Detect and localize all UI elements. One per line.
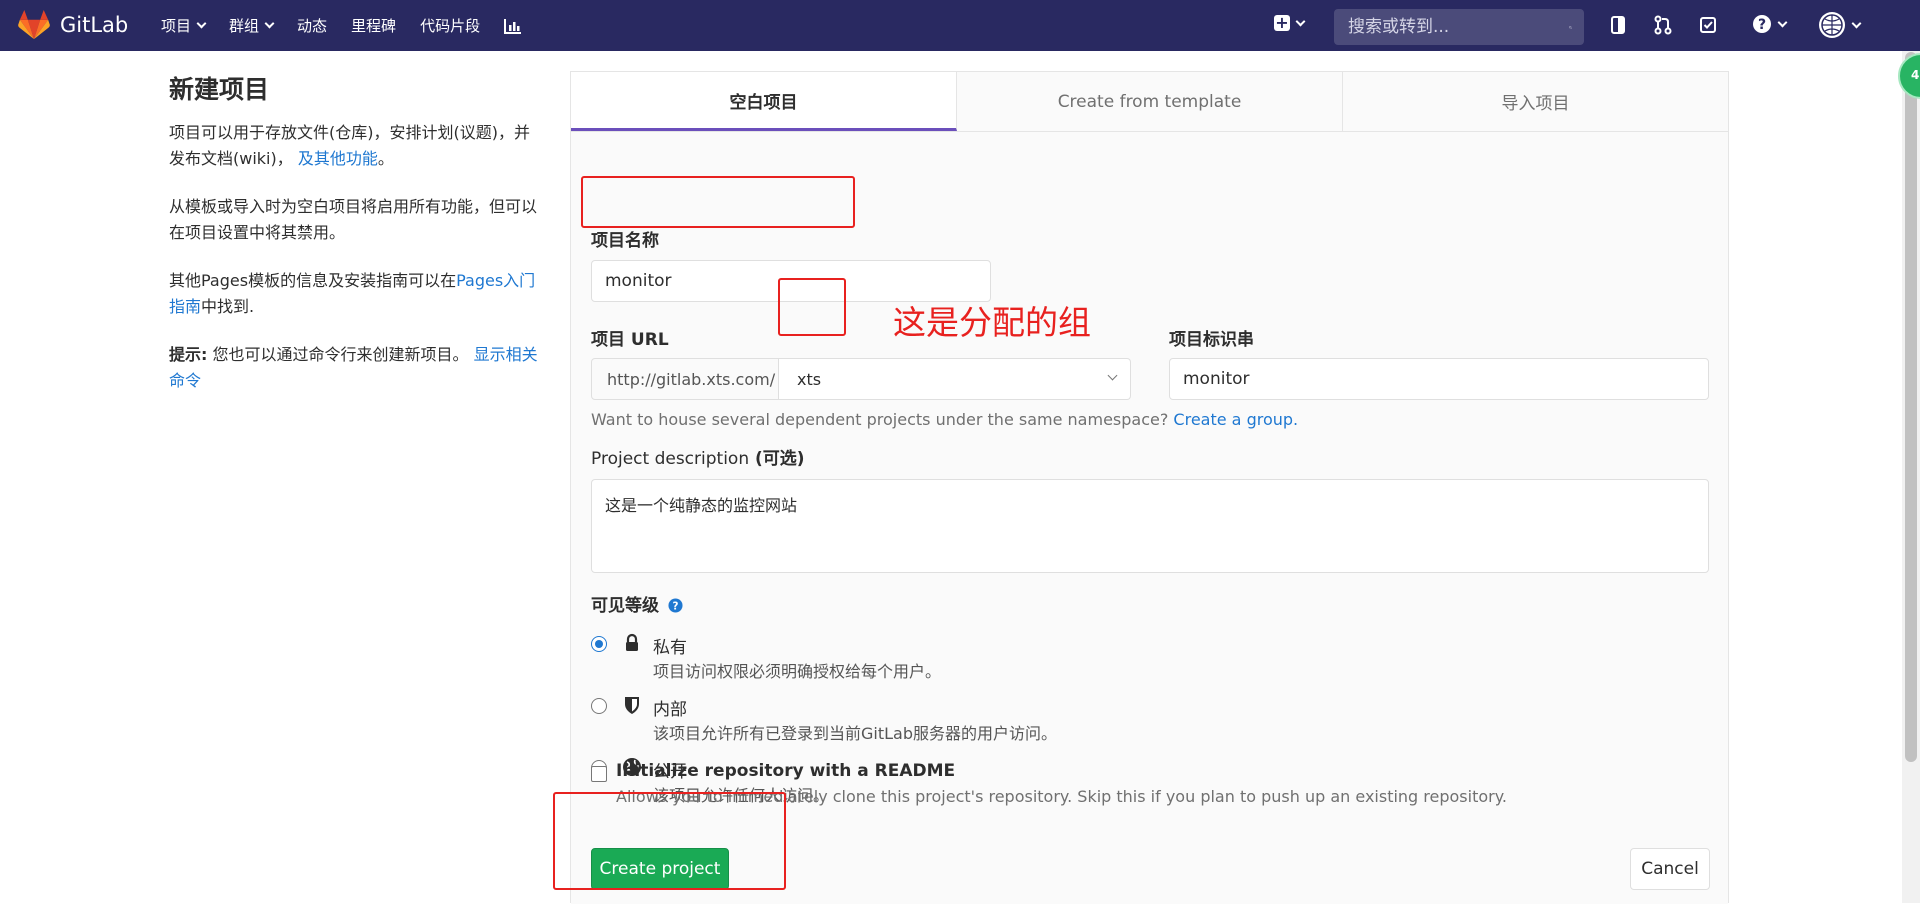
- nav-groups[interactable]: 群组: [229, 15, 275, 36]
- annotation-box-namespace: [778, 278, 846, 336]
- description-optional: (可选): [749, 449, 805, 469]
- tip-label: 提示:: [169, 345, 208, 364]
- nav-groups-label: 群组: [229, 17, 260, 35]
- new-project-intro: 新建项目 项目可以用于存放文件(仓库)，安排计划(议题)，并发布文档(wiki)…: [169, 70, 539, 416]
- nav-activity[interactable]: 动态: [297, 15, 327, 36]
- namespace-select[interactable]: xts: [779, 358, 1131, 400]
- intro-tip: 提示: 您也可以通过命令行来创建新项目。 显示相关命令: [169, 342, 539, 394]
- intro-text-3: 其他Pages模板的信息及安装指南可以在: [169, 271, 457, 290]
- nav-projects[interactable]: 项目: [161, 15, 207, 36]
- gitlab-logo-icon: [18, 10, 50, 40]
- user-avatar: [1819, 12, 1845, 38]
- chevron-down-icon: [1295, 16, 1306, 26]
- help-dropdown[interactable]: ?: [1752, 14, 1788, 34]
- nav-snippets[interactable]: 代码片段: [420, 15, 480, 36]
- tab-create-from-template[interactable]: Create from template: [957, 72, 1343, 131]
- new-project-form: 项目名称 项目 URL http://gitlab.xts.com/ xts 项…: [571, 133, 1728, 904]
- project-tabs: 空白项目 Create from template 导入项目: [571, 72, 1728, 132]
- visibility-private-radio[interactable]: [591, 636, 607, 652]
- svg-text:?: ?: [672, 600, 678, 612]
- intro-text-3-end: 中找到.: [201, 297, 255, 316]
- cancel-button[interactable]: Cancel: [1630, 848, 1710, 890]
- help-icon: ?: [1753, 15, 1771, 33]
- lock-icon: [626, 633, 638, 651]
- project-url-group: http://gitlab.xts.com/ xts: [591, 358, 1131, 400]
- tip-text: 您也可以通过命令行来创建新项目。: [207, 345, 474, 364]
- annotation-box-project-name: [581, 176, 855, 228]
- project-url-label: 项目 URL: [591, 325, 669, 350]
- sidebar-toggle-icon[interactable]: [1607, 14, 1629, 36]
- intro-text-1-end: 。: [377, 149, 394, 168]
- visibility-private-title: 私有: [653, 638, 687, 658]
- chevron-down-icon: [1851, 18, 1862, 28]
- visibility-internal-desc: 该项目允许所有已登录到当前GitLab服务器的用户访问。: [653, 724, 1057, 743]
- namespace-value: xts: [797, 369, 822, 389]
- init-readme-label[interactable]: Initialize repository with a README: [616, 761, 955, 781]
- visibility-internal-radio[interactable]: [591, 698, 607, 714]
- nav-activity-label: 动态: [297, 17, 328, 35]
- tab-blank-project[interactable]: 空白项目: [571, 72, 957, 131]
- search-input[interactable]: [1346, 16, 1569, 38]
- top-navbar: GitLab 项目 群组 动态 里程碑 代码片段 + 搜索或转到... ?: [0, 0, 1920, 51]
- tab-import-project[interactable]: 导入项目: [1343, 72, 1728, 131]
- intro-paragraph-2: 从模板或导入时为空白项目将启用所有功能，但可以在项目设置中将其禁用。: [169, 197, 538, 242]
- gitlab-brand[interactable]: GitLab: [18, 9, 128, 41]
- description-label-text: Project description: [591, 449, 750, 469]
- search-icon: [1569, 25, 1572, 29]
- svg-text:?: ?: [1758, 17, 1766, 33]
- user-menu[interactable]: [1818, 11, 1862, 39]
- new-dropdown-button[interactable]: +: [1274, 13, 1306, 32]
- annotation-text: 这是分配的组: [893, 303, 1091, 342]
- annotation-box-create-button: [553, 792, 786, 890]
- scrollbar-thumb[interactable]: [1905, 52, 1917, 762]
- chevron-down-icon: [1777, 17, 1788, 27]
- badge-count: 45: [1911, 68, 1920, 82]
- nav-links: 项目 群组 动态 里程碑 代码片段: [161, 0, 546, 51]
- init-readme-checkbox[interactable]: [591, 766, 607, 782]
- chart-icon[interactable]: [504, 18, 522, 34]
- nav-milestones[interactable]: 里程碑: [351, 15, 396, 36]
- visibility-private-desc: 项目访问权限必须明确授权给每个用户。: [653, 662, 942, 681]
- project-url-label-text: 项目 URL: [591, 330, 669, 350]
- group-help-line: Want to house several dependent projects…: [591, 410, 1174, 429]
- help-icon[interactable]: ?: [668, 598, 683, 613]
- project-description-input[interactable]: 这是一个纯静态的监控网站: [591, 479, 1709, 573]
- brand-name: GitLab: [60, 13, 129, 37]
- nav-projects-label: 项目: [161, 17, 192, 35]
- create-group-link[interactable]: Create a group.: [1173, 410, 1298, 429]
- project-slug-label: 项目标识串: [1169, 330, 1254, 350]
- todo-check-icon[interactable]: [1697, 14, 1719, 36]
- project-slug-input[interactable]: [1169, 358, 1709, 400]
- intro-paragraph-3: 其他Pages模板的信息及安装指南可以在Pages入门指南中找到.: [169, 268, 539, 320]
- chevron-down-icon: [196, 18, 207, 29]
- intro-paragraph-1: 项目可以用于存放文件(仓库)，安排计划(议题)，并发布文档(wiki)， 及其他…: [169, 120, 539, 172]
- shield-icon: [625, 697, 639, 714]
- group-help-text: Want to house several dependent projects…: [591, 410, 1298, 429]
- visibility-internal-title: 内部: [653, 700, 687, 720]
- plus-square-icon: +: [1274, 13, 1290, 32]
- project-description-label: Project description (可选): [591, 444, 805, 469]
- chevron-down-icon: [264, 18, 275, 29]
- url-prefix: http://gitlab.xts.com/: [591, 358, 779, 400]
- merge-request-icon[interactable]: [1652, 14, 1674, 36]
- search-box[interactable]: [1334, 9, 1584, 45]
- more-features-link[interactable]: 及其他功能: [298, 149, 378, 168]
- chevron-down-icon: [1107, 370, 1118, 381]
- project-name-label: 项目名称: [591, 231, 659, 251]
- page-title: 新建项目: [169, 75, 270, 104]
- visibility-label: 可见等级 ?: [591, 591, 683, 616]
- visibility-label-text: 可见等级: [591, 596, 659, 616]
- nav-snippets-label: 代码片段: [420, 17, 481, 35]
- nav-milestones-label: 里程碑: [351, 17, 397, 35]
